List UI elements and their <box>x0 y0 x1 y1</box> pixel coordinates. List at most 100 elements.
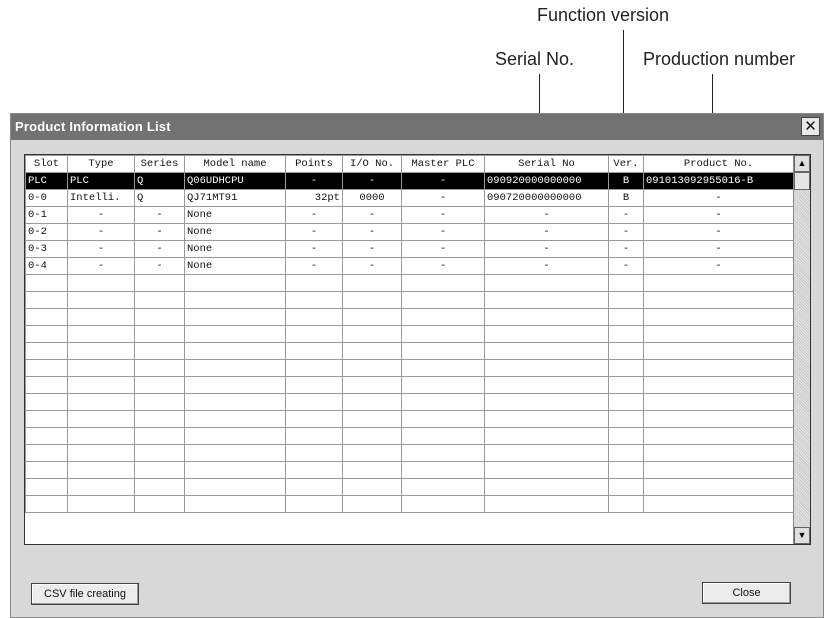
table-cell-empty <box>67 461 135 479</box>
scroll-up-icon[interactable]: ▲ <box>794 155 810 172</box>
table-cell-points: - <box>285 257 343 275</box>
table-cell-io: - <box>342 257 402 275</box>
table-cell-empty <box>401 325 485 343</box>
table-cell-empty <box>484 325 609 343</box>
table-cell-empty <box>342 274 402 292</box>
table-row-empty[interactable] <box>25 325 794 343</box>
table-cell-slot: 0-0 <box>25 189 68 207</box>
table-cell-empty <box>25 325 68 343</box>
table-cell-empty <box>25 291 68 309</box>
table-row[interactable]: 0-0 Intelli. Q QJ71MT91 32pt 0000-09072000000… <box>25 189 794 207</box>
scroll-down-icon[interactable]: ▼ <box>794 527 810 544</box>
table-cell-empty <box>643 274 794 292</box>
column-header[interactable]: Type <box>67 155 135 173</box>
table-row-empty[interactable] <box>25 461 794 479</box>
column-header[interactable]: Model name <box>184 155 286 173</box>
table-row[interactable]: PLC PLC Q Q06UDHCPU - - -090920000000000 B 09101… <box>25 172 794 190</box>
table-cell-ver: - <box>608 223 644 241</box>
close-button[interactable]: Close <box>702 582 791 604</box>
table-row[interactable]: 0-3- - None - - - - - - <box>25 240 794 258</box>
table-cell-empty <box>134 427 185 445</box>
table-row[interactable]: 0-1- - None - - - - - - <box>25 206 794 224</box>
window-close-icon[interactable]: ✕ <box>801 117 820 136</box>
column-header[interactable]: Ver. <box>608 155 644 173</box>
table-cell-empty <box>608 308 644 326</box>
table-cell-master: - <box>401 257 485 275</box>
table-cell-empty <box>67 342 135 360</box>
table-cell-empty <box>643 495 794 513</box>
table-cell-empty <box>401 393 485 411</box>
table-cell-serial: 090720000000000 <box>484 189 609 207</box>
table-cell-empty <box>608 461 644 479</box>
table-cell-empty <box>184 444 286 462</box>
table-cell-empty <box>643 325 794 343</box>
table-cell-empty <box>67 376 135 394</box>
table-cell-empty <box>401 376 485 394</box>
table-cell-empty <box>25 478 68 496</box>
column-header[interactable]: Product No. <box>643 155 794 173</box>
table-cell-empty <box>608 427 644 445</box>
table-cell-empty <box>25 308 68 326</box>
table-row-empty[interactable] <box>25 274 794 292</box>
scroll-thumb[interactable] <box>794 172 810 190</box>
table-cell-empty <box>401 478 485 496</box>
table-cell-type: Intelli. <box>67 189 135 207</box>
table-cell-empty <box>67 393 135 411</box>
table-cell-product: - <box>643 223 794 241</box>
table-cell-empty <box>67 291 135 309</box>
table-cell-empty <box>67 325 135 343</box>
table-row-empty[interactable] <box>25 291 794 309</box>
table-cell-empty <box>67 274 135 292</box>
table-cell-empty <box>134 291 185 309</box>
table-cell-empty <box>134 444 185 462</box>
table-row-empty[interactable] <box>25 376 794 394</box>
table-row-empty[interactable] <box>25 495 794 513</box>
table-cell-empty <box>484 495 609 513</box>
table-row-empty[interactable] <box>25 427 794 445</box>
table-cell-empty <box>342 359 402 377</box>
table-cell-empty <box>608 410 644 428</box>
column-header[interactable]: Slot <box>25 155 68 173</box>
table-cell-type: - <box>67 223 135 241</box>
callout-function-version: Function version <box>537 5 670 25</box>
table-cell-empty <box>643 359 794 377</box>
column-header[interactable]: Points <box>285 155 343 173</box>
column-header[interactable]: Series <box>134 155 185 173</box>
table-row[interactable]: 0-2- - None - - - - - - <box>25 223 794 241</box>
table-cell-ver: B <box>608 172 644 190</box>
table-cell-empty <box>184 325 286 343</box>
table-cell-empty <box>285 393 343 411</box>
table-row[interactable]: 0-4- - None - - - - - - <box>25 257 794 275</box>
table-cell-empty <box>608 325 644 343</box>
table-cell-empty <box>342 495 402 513</box>
table-cell-empty <box>608 359 644 377</box>
table-row-empty[interactable] <box>25 342 794 360</box>
table-row-empty[interactable] <box>25 410 794 428</box>
csv-file-creating-button[interactable]: CSV file creating <box>31 583 139 605</box>
table-cell-empty <box>184 342 286 360</box>
table-row-empty[interactable] <box>25 444 794 462</box>
table-cell-master: - <box>401 223 485 241</box>
table-cell-empty <box>342 478 402 496</box>
table-cell-empty <box>484 308 609 326</box>
table-cell-empty <box>134 342 185 360</box>
column-header[interactable]: Master PLC <box>401 155 485 173</box>
window-title: Product Information List <box>15 119 171 134</box>
table-row-empty[interactable] <box>25 393 794 411</box>
table-cell-empty <box>285 427 343 445</box>
table-cell-model: None <box>184 240 286 258</box>
table-cell-empty <box>134 478 185 496</box>
column-header[interactable]: Serial No <box>484 155 609 173</box>
table-cell-master: - <box>401 240 485 258</box>
column-header[interactable]: I/O No. <box>342 155 402 173</box>
table-row-empty[interactable] <box>25 308 794 326</box>
table-cell-serial: 090920000000000 <box>484 172 609 190</box>
table-cell-empty <box>643 410 794 428</box>
table-cell-empty <box>342 325 402 343</box>
table-row-empty[interactable] <box>25 359 794 377</box>
table-cell-empty <box>184 478 286 496</box>
vertical-scrollbar[interactable]: ▲ ▼ <box>793 155 810 544</box>
title-bar: Product Information List ✕ <box>11 114 823 140</box>
table-cell-empty <box>608 444 644 462</box>
table-row-empty[interactable] <box>25 478 794 496</box>
